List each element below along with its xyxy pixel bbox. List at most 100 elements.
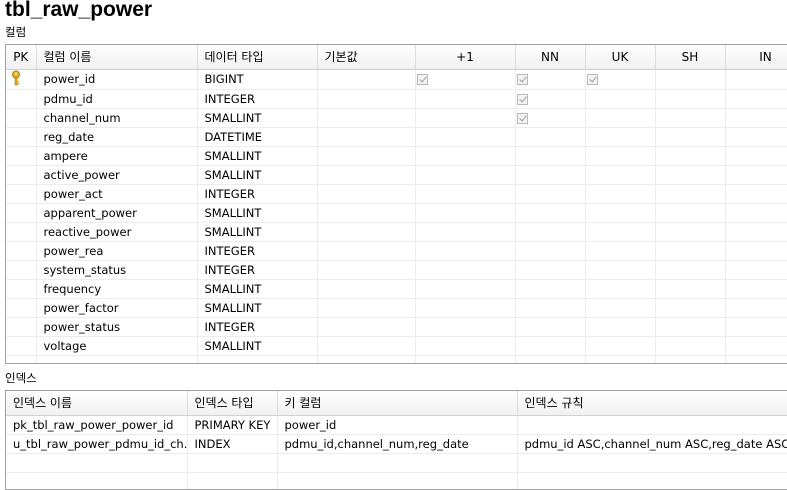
default-value-cell[interactable] [317, 165, 416, 185]
shared-cell[interactable] [655, 69, 726, 90]
auto-increment-cell[interactable] [415, 317, 516, 337]
unique-cell[interactable] [585, 222, 656, 242]
unique-cell[interactable] [585, 298, 656, 318]
column-name-cell[interactable]: ampere [36, 146, 198, 166]
in-cell[interactable] [725, 336, 787, 356]
not-null-cell[interactable] [515, 184, 586, 204]
unique-cell[interactable] [585, 260, 656, 280]
column-row[interactable]: voltage SMALLINT [6, 336, 787, 356]
column-row[interactable]: power_rea INTEGER [6, 241, 787, 261]
auto-increment-cell[interactable] [415, 165, 516, 185]
column-name-cell[interactable]: power_id [36, 69, 198, 90]
index-rule-cell[interactable] [517, 415, 787, 435]
auto-increment-cell[interactable] [415, 279, 516, 299]
pk-cell[interactable] [6, 241, 37, 261]
default-value-cell[interactable] [317, 298, 416, 318]
column-row[interactable]: channel_num SMALLINT [6, 108, 787, 128]
shared-cell[interactable] [655, 222, 726, 242]
not-null-cell[interactable] [515, 336, 586, 356]
empty-cell[interactable] [36, 355, 198, 363]
auto-increment-cell[interactable] [415, 241, 516, 261]
data-type-cell[interactable]: SMALLINT [197, 222, 318, 242]
auto-increment-checkbox[interactable] [416, 74, 428, 85]
not-null-cell[interactable] [515, 222, 586, 242]
data-type-cell[interactable]: SMALLINT [197, 108, 318, 128]
not-null-cell[interactable] [515, 89, 586, 109]
column-row[interactable]: reactive_power SMALLINT [6, 222, 787, 242]
empty-cell[interactable] [6, 472, 188, 489]
empty-cell[interactable] [415, 355, 516, 363]
shared-cell[interactable] [655, 260, 726, 280]
unique-cell[interactable] [585, 241, 656, 261]
unique-cell[interactable] [585, 69, 656, 90]
empty-cell[interactable] [187, 472, 278, 489]
shared-cell[interactable] [655, 146, 726, 166]
not-null-cell[interactable] [515, 108, 586, 128]
pk-cell[interactable] [6, 298, 37, 318]
pk-cell[interactable] [6, 184, 37, 204]
empty-cell[interactable] [197, 355, 318, 363]
shared-cell[interactable] [655, 165, 726, 185]
unique-checkbox[interactable] [586, 74, 598, 85]
shared-cell[interactable] [655, 298, 726, 318]
columns-grid[interactable]: PK 컬럼 이름 데이터 타입 기본값 +1 NN UK SH IN power… [5, 44, 787, 364]
in-cell[interactable] [725, 165, 787, 185]
default-value-cell[interactable] [317, 127, 416, 147]
auto-increment-cell[interactable] [415, 69, 516, 90]
in-cell[interactable] [725, 241, 787, 261]
pk-cell[interactable] [6, 222, 37, 242]
auto-increment-cell[interactable] [415, 260, 516, 280]
header-in[interactable]: IN [725, 45, 787, 70]
default-value-cell[interactable] [317, 184, 416, 204]
data-type-cell[interactable]: SMALLINT [197, 298, 318, 318]
in-cell[interactable] [725, 184, 787, 204]
in-cell[interactable] [725, 69, 787, 90]
data-type-cell[interactable]: INTEGER [197, 260, 318, 280]
not-null-cell[interactable] [515, 146, 586, 166]
not-null-cell[interactable] [515, 260, 586, 280]
data-type-cell[interactable]: INTEGER [197, 184, 318, 204]
not-null-cell[interactable] [515, 165, 586, 185]
default-value-cell[interactable] [317, 222, 416, 242]
in-cell[interactable] [725, 89, 787, 109]
column-name-cell[interactable]: power_rea [36, 241, 198, 261]
in-cell[interactable] [725, 146, 787, 166]
data-type-cell[interactable]: SMALLINT [197, 279, 318, 299]
data-type-cell[interactable]: SMALLINT [197, 203, 318, 223]
data-type-cell[interactable]: SMALLINT [197, 146, 318, 166]
in-cell[interactable] [725, 260, 787, 280]
auto-increment-cell[interactable] [415, 127, 516, 147]
index-key-columns-cell[interactable]: pdmu_id,channel_num,reg_date [277, 434, 518, 454]
pk-cell[interactable] [6, 165, 37, 185]
not-null-cell[interactable] [515, 279, 586, 299]
column-name-cell[interactable]: pdmu_id [36, 89, 198, 109]
empty-cell[interactable] [187, 453, 278, 473]
shared-cell[interactable] [655, 127, 726, 147]
pk-cell[interactable] [6, 146, 37, 166]
data-type-cell[interactable]: SMALLINT [197, 336, 318, 356]
default-value-cell[interactable] [317, 203, 416, 223]
column-row[interactable]: apparent_power SMALLINT [6, 203, 787, 223]
shared-cell[interactable] [655, 203, 726, 223]
empty-cell[interactable] [6, 453, 188, 473]
index-rule-cell[interactable]: pdmu_id ASC,channel_num ASC,reg_date ASC [517, 434, 787, 454]
unique-cell[interactable] [585, 108, 656, 128]
empty-cell[interactable] [277, 453, 518, 473]
default-value-cell[interactable] [317, 260, 416, 280]
in-cell[interactable] [725, 298, 787, 318]
header-index-type[interactable]: 인덱스 타입 [187, 391, 278, 416]
not-null-cell[interactable] [515, 127, 586, 147]
index-key-columns-cell[interactable]: power_id [277, 415, 518, 435]
header-data-type[interactable]: 데이터 타입 [197, 45, 318, 70]
column-row[interactable]: active_power SMALLINT [6, 165, 787, 185]
data-type-cell[interactable]: INTEGER [197, 89, 318, 109]
column-name-cell[interactable]: power_factor [36, 298, 198, 318]
auto-increment-cell[interactable] [415, 222, 516, 242]
shared-cell[interactable] [655, 317, 726, 337]
not-null-checkbox[interactable] [516, 93, 528, 105]
empty-cell[interactable] [317, 355, 416, 363]
shared-cell[interactable] [655, 279, 726, 299]
not-null-checkbox[interactable] [516, 74, 528, 85]
pk-cell[interactable] [6, 336, 37, 356]
index-name-cell[interactable]: pk_tbl_raw_power_power_id [6, 415, 188, 435]
